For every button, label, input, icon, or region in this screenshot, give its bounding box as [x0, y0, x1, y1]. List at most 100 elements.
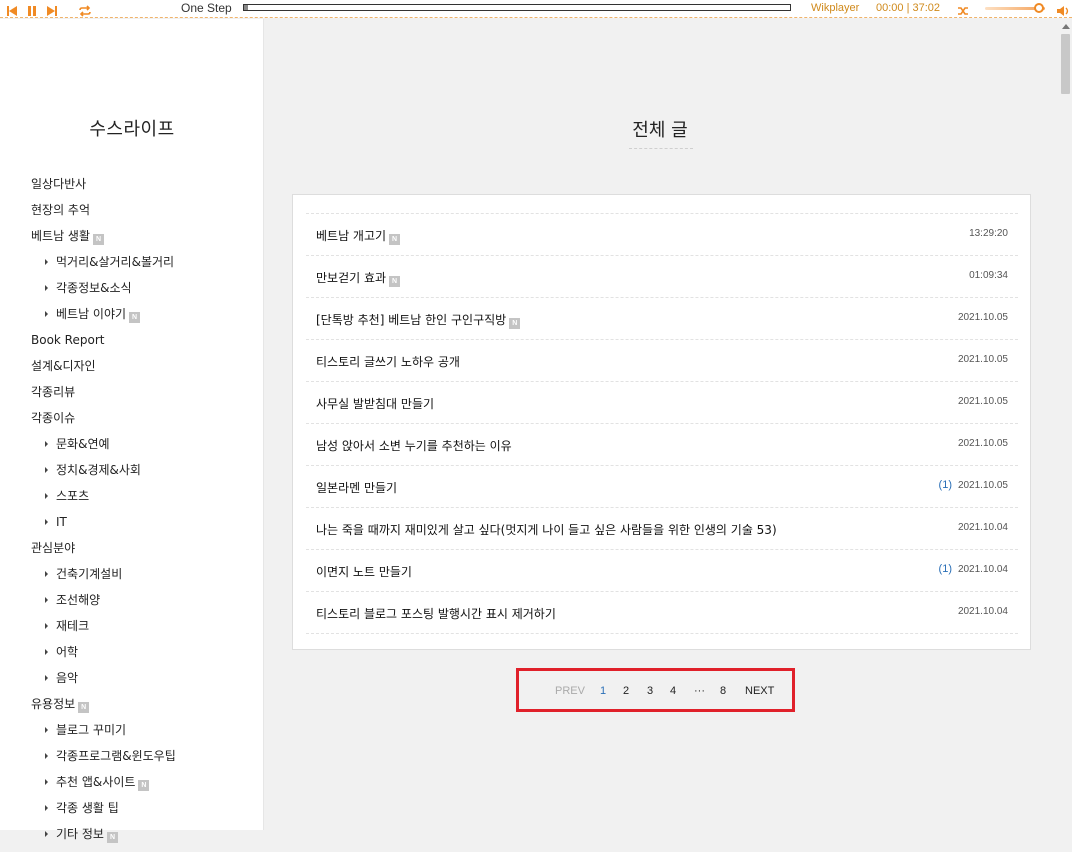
new-badge-icon: N [93, 234, 105, 245]
sidebar-subcategory[interactable]: 건축기계설비 [31, 566, 176, 592]
post-date: 2021.10.05 [957, 480, 1008, 491]
page-link[interactable]: 4 [670, 685, 676, 697]
sidebar-category[interactable]: 설계&디자인 [31, 358, 176, 384]
category-label: IT [56, 515, 67, 529]
comment-count[interactable]: (1) [939, 563, 952, 575]
category-label: 추천 앱&사이트 [56, 775, 136, 789]
sidebar: 수스라이프 일상다반사 현장의 추억베트남 생활 N 먹거리&살거리&볼거리각종정보&… [0, 19, 264, 843]
page-link[interactable]: 8 [720, 685, 726, 697]
playback-time: 00:00 | 37:02 [876, 2, 941, 14]
post-title-link[interactable]: 티스토리 글쓰기 노하우 공개 [316, 353, 460, 370]
category-label: 재테크 [56, 619, 90, 633]
post-row[interactable]: 만보걷기 효과 N 01:09:34 [306, 256, 1018, 298]
category-label: 관심분야 [31, 541, 76, 555]
category-label: 블로그 꾸미기 [56, 723, 127, 737]
category-label: 먹거리&살거리&볼거리 [56, 255, 175, 269]
post-date: 2021.10.04 [957, 564, 1008, 575]
post-row[interactable]: 사무실 발받침대 만들기 2021.10.05 [306, 382, 1018, 424]
new-badge-icon: N [106, 832, 118, 843]
post-row[interactable]: 티스토리 글쓰기 노하우 공개 2021.10.05 [306, 340, 1018, 382]
post-row[interactable]: 이면지 노트 만들기 (1) 2021.10.04 [306, 550, 1018, 592]
sidebar-subcategory[interactable]: 각종정보&소식 [31, 280, 176, 306]
post-title-text: 일본라멘 만들기 [316, 481, 398, 495]
repeat-icon[interactable] [78, 2, 92, 17]
post-row[interactable]: 베트남 개고기 N 13:29:20 [306, 214, 1018, 256]
sidebar-category[interactable]: Book Report [31, 332, 176, 358]
previous-track-icon[interactable] [6, 2, 18, 16]
post-row[interactable]: 남성 앉아서 소변 누기를 추천하는 이유 2021.10.05 [306, 424, 1018, 466]
sidebar-category[interactable]: 일상다반사 [31, 176, 176, 202]
sidebar-subcategory[interactable]: 조선해양 [31, 592, 176, 618]
shuffle-icon[interactable] [957, 2, 969, 15]
post-title-link[interactable]: 나는 죽을 때까지 재미있게 살고 싶다(멋지게 나이 들고 싶은 사람들을 위… [316, 521, 777, 538]
sidebar-subcategory[interactable]: 먹거리&살거리&볼거리 [31, 254, 176, 280]
category-label: 각종 생활 팁 [56, 801, 119, 815]
seek-progress [244, 5, 248, 10]
post-row[interactable]: 나는 죽을 때까지 재미있게 살고 싶다(멋지게 나이 들고 싶은 사람들을 위… [306, 508, 1018, 550]
post-title-text: 티스토리 블로그 포스팅 발행시간 표시 제거하기 [316, 607, 556, 621]
post-date: 2021.10.05 [957, 396, 1008, 407]
prev-page-button[interactable]: PREV [555, 685, 585, 697]
sidebar-category[interactable]: 현장의 추억 [31, 202, 176, 228]
sidebar-subcategory[interactable]: 문화&연예 [31, 436, 176, 462]
post-title-text: 티스토리 글쓰기 노하우 공개 [316, 355, 460, 369]
sidebar-subcategory[interactable]: 추천 앱&사이트 N [31, 774, 176, 800]
music-player-bar: One Step Wikplayer 00:00 | 37:02 [0, 0, 1072, 18]
volume-slider[interactable] [985, 3, 1045, 13]
category-label: 현장의 추억 [31, 203, 91, 217]
sidebar-subcategory[interactable]: 어학 [31, 644, 176, 670]
scrollbar-thumb[interactable] [1061, 34, 1070, 94]
sidebar-subcategory[interactable]: 재테크 [31, 618, 176, 644]
volume-knob[interactable] [1034, 3, 1044, 13]
sidebar-category[interactable]: 유용정보 N [31, 696, 176, 722]
blog-title[interactable]: 수스라이프 [0, 115, 264, 141]
post-title-link[interactable]: 베트남 개고기 N [316, 227, 401, 245]
seek-bar[interactable] [243, 4, 791, 11]
sidebar-category[interactable]: 각종리뷰 [31, 384, 176, 410]
page-link[interactable]: 3 [647, 685, 653, 697]
sidebar-subcategory[interactable]: 음악 [31, 670, 176, 696]
post-row[interactable]: 일본라멘 만들기 (1) 2021.10.05 [306, 466, 1018, 508]
next-track-icon[interactable] [46, 2, 58, 16]
sidebar-category[interactable]: 각종이슈 [31, 410, 176, 436]
new-badge-icon: N [138, 780, 150, 791]
post-date: 2021.10.04 [957, 522, 1008, 533]
scroll-up-icon[interactable] [1062, 24, 1070, 29]
page-ellipsis: ··· [694, 685, 705, 697]
post-title-link[interactable]: 티스토리 블로그 포스팅 발행시간 표시 제거하기 [316, 605, 556, 622]
category-label: 각종리뷰 [31, 385, 76, 399]
page-link[interactable]: 1 [600, 685, 606, 697]
sidebar-subcategory[interactable]: 베트남 이야기 N [31, 306, 176, 332]
sidebar-subcategory[interactable]: 블로그 꾸미기 [31, 722, 176, 748]
post-title-link[interactable]: 만보걷기 효과 N [316, 269, 401, 287]
sidebar-subcategory[interactable]: 정치&경제&사회 [31, 462, 176, 488]
pause-icon[interactable] [26, 2, 38, 16]
post-title-link[interactable]: 일본라멘 만들기 [316, 479, 397, 496]
post-date: 2021.10.05 [957, 438, 1008, 449]
page-link[interactable]: 2 [623, 685, 629, 697]
category-label: 정치&경제&사회 [56, 463, 141, 477]
page-scrollbar[interactable] [1059, 19, 1072, 830]
sidebar-subcategory[interactable]: 각종 생활 팁 [31, 800, 176, 826]
sidebar-category[interactable]: 베트남 생활 N [31, 228, 176, 254]
title-underline [629, 148, 693, 149]
pagination: PREV 1 2 3 4 ··· 8 NEXT [516, 668, 795, 712]
post-title-link[interactable]: [단톡방 추천] 베트남 한인 구인구직방 N [316, 311, 521, 329]
track-title: One Step [181, 1, 232, 15]
sidebar-category[interactable]: 관심분야 [31, 540, 176, 566]
category-label: 각종프로그램&윈도우팁 [56, 749, 176, 763]
post-title-text: 남성 앉아서 소변 누기를 추천하는 이유 [316, 439, 512, 453]
new-badge-icon: N [389, 276, 401, 287]
next-page-button[interactable]: NEXT [745, 685, 774, 697]
volume-icon[interactable] [1056, 2, 1070, 16]
post-title-link[interactable]: 남성 앉아서 소변 누기를 추천하는 이유 [316, 437, 512, 454]
sidebar-subcategory[interactable]: 스포츠 [31, 488, 176, 514]
post-title-link[interactable]: 이면지 노트 만들기 [316, 563, 412, 580]
post-row[interactable]: [단톡방 추천] 베트남 한인 구인구직방 N 2021.10.05 [306, 298, 1018, 340]
post-row[interactable]: 티스토리 블로그 포스팅 발행시간 표시 제거하기 2021.10.04 [306, 592, 1018, 634]
sidebar-subcategory[interactable]: 각종프로그램&윈도우팁 [31, 748, 176, 774]
post-date: 2021.10.05 [957, 354, 1008, 365]
sidebar-subcategory[interactable]: IT [31, 514, 176, 540]
comment-count[interactable]: (1) [939, 479, 952, 491]
post-title-link[interactable]: 사무실 발받침대 만들기 [316, 395, 434, 412]
